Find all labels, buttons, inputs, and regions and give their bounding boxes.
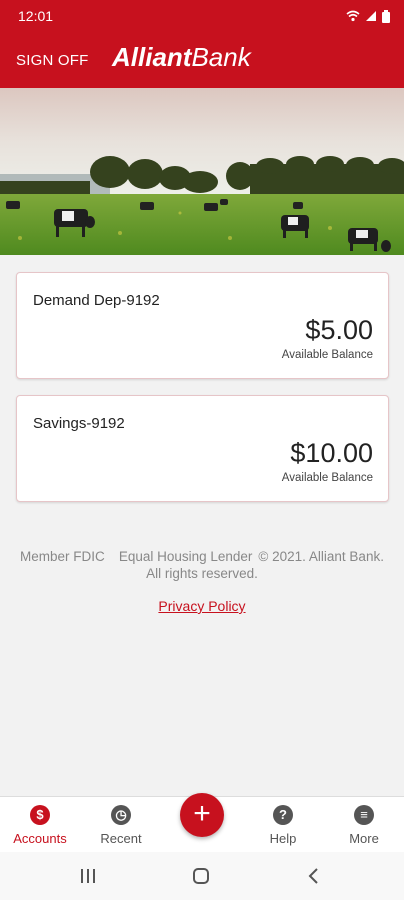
clock-icon: ◷	[111, 805, 131, 825]
status-icons	[346, 9, 390, 23]
privacy-policy-link[interactable]: Privacy Policy	[158, 598, 245, 614]
more-icon: ≡	[354, 805, 374, 825]
home-icon[interactable]	[181, 864, 221, 888]
back-icon[interactable]	[294, 864, 334, 888]
wifi-icon	[346, 10, 360, 22]
member-fdic-text: Member FDIC	[20, 549, 105, 564]
nav-more-label: More	[349, 831, 379, 846]
alliant-bank-logo: AlliantBank	[112, 42, 251, 73]
nav-recent-label: Recent	[100, 831, 142, 846]
signal-icon	[366, 11, 376, 21]
battery-icon	[382, 9, 390, 23]
nav-accounts-label: Accounts	[13, 831, 67, 846]
sign-off-button[interactable]: SIGN OFF	[16, 52, 88, 69]
logo-bold-text: Alliant	[112, 42, 192, 72]
nav-help[interactable]: ? Help	[243, 797, 323, 853]
rights-text: All rights reserved.	[146, 566, 258, 581]
account-balance: $10.00	[290, 438, 373, 468]
nav-recent[interactable]: ◷ Recent	[81, 797, 161, 853]
available-balance-label: Available Balance	[281, 472, 373, 484]
add-button[interactable]: +	[180, 793, 224, 837]
account-name: Demand Dep-9192	[33, 292, 160, 309]
copyright-text: © 2021. Alliant Bank.	[258, 549, 384, 564]
hero-pasture-image	[0, 88, 404, 255]
nav-help-label: Help	[269, 831, 297, 846]
system-nav-bar	[0, 852, 404, 900]
account-name: Savings-9192	[33, 415, 125, 432]
nav-accounts[interactable]: $ Accounts	[0, 797, 80, 853]
equal-housing-text: Equal Housing Lender	[118, 549, 253, 564]
available-balance-label: Available Balance	[281, 349, 373, 361]
status-bar: 12:01	[0, 0, 404, 32]
app-header: SIGN OFF AlliantBank	[0, 32, 404, 88]
status-time: 12:01	[18, 8, 54, 24]
help-icon: ?	[273, 805, 293, 825]
account-balance: $5.00	[305, 315, 373, 345]
nav-more[interactable]: ≡ More	[324, 797, 404, 853]
privacy-policy-row: Privacy Policy	[0, 598, 404, 614]
footer-disclosures: Member FDIC Equal Housing Lender © 2021. A…	[0, 548, 404, 582]
logo-regular-text: Bank	[191, 42, 251, 72]
recents-icon[interactable]	[68, 864, 108, 888]
account-card-savings[interactable]: Savings-9192 $10.00 Available Balance	[16, 395, 389, 502]
accounts-icon: $	[30, 805, 50, 825]
account-card-demand-deposit[interactable]: Demand Dep-9192 $5.00 Available Balance	[16, 272, 389, 379]
bottom-nav: $ Accounts ◷ Recent + ? Help ≡ More	[0, 793, 404, 853]
